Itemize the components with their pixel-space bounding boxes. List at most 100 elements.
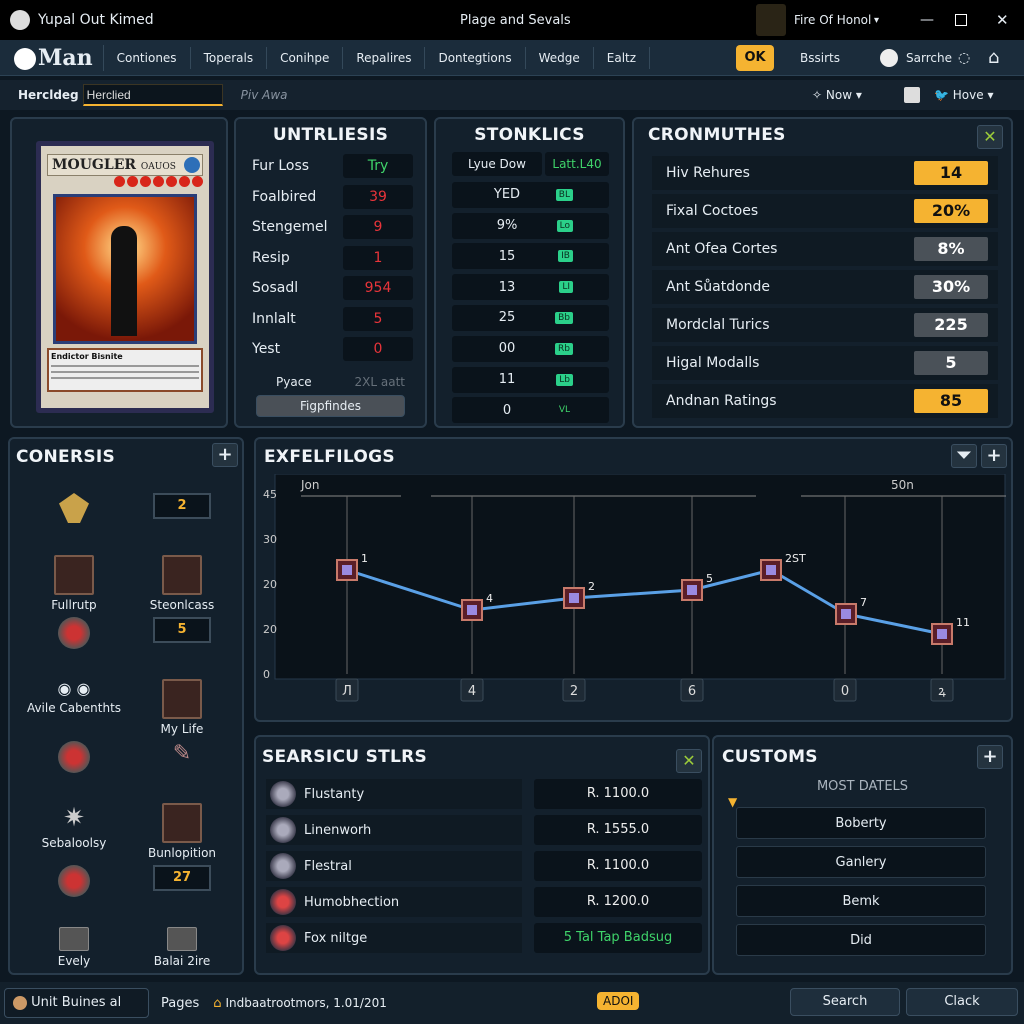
star-row[interactable]: Flestral R. 1100.0 bbox=[266, 849, 702, 883]
app-switcher[interactable]: Unit Buines al bbox=[4, 988, 149, 1018]
cron-row: Higal Modalls 5 bbox=[652, 346, 998, 380]
cron-value[interactable]: 5 bbox=[914, 351, 988, 375]
now-dropdown[interactable]: ✧ Now ▾ bbox=[812, 88, 862, 102]
search-button[interactable]: Search bbox=[790, 988, 900, 1016]
stonk-row: 13 LI bbox=[452, 274, 609, 301]
left-label: Jon bbox=[300, 478, 320, 492]
star-icon bbox=[179, 176, 190, 187]
cron-value[interactable]: 14 bbox=[914, 161, 988, 185]
counter-value: 5 bbox=[153, 617, 211, 643]
adoi-badge[interactable]: ADOI bbox=[597, 992, 640, 1010]
user-icon[interactable] bbox=[880, 48, 898, 67]
cron-value[interactable]: 20% bbox=[914, 199, 988, 223]
stonk-tag: IB bbox=[558, 250, 573, 263]
star-row[interactable]: Fox niltge 5 Tal Tap Badsug bbox=[266, 921, 702, 955]
stat-row: Resip 1 bbox=[252, 243, 413, 274]
star-row[interactable]: Linenworh R. 1555.0 bbox=[266, 813, 702, 847]
nav-item[interactable]: Ealtz bbox=[594, 46, 651, 69]
mask-icon bbox=[58, 617, 90, 649]
bottom-label: ꝝ bbox=[938, 684, 946, 699]
y-tick-label: 45 bbox=[263, 488, 277, 501]
add-button[interactable]: + bbox=[981, 444, 1007, 468]
card[interactable]: MOUGLER OAUOS Endictor Bisnite bbox=[36, 141, 214, 413]
grid-icon[interactable] bbox=[904, 87, 920, 103]
customs-item[interactable]: Bemk bbox=[736, 885, 986, 917]
star-name: Flestral bbox=[304, 858, 352, 874]
nav-item[interactable]: Contiones bbox=[104, 46, 191, 69]
minimize-button[interactable]: — bbox=[920, 12, 934, 28]
search-link[interactable]: Sarrche bbox=[906, 51, 952, 65]
conersis-item[interactable]: My Life bbox=[128, 673, 236, 736]
conersis-item[interactable]: ✎ bbox=[128, 735, 236, 797]
star-row[interactable]: Humobhection R. 1200.0 bbox=[266, 885, 702, 919]
conersis-item[interactable] bbox=[20, 735, 128, 797]
profile-avatar[interactable] bbox=[756, 4, 786, 36]
cron-value[interactable]: 8% bbox=[914, 237, 988, 261]
close-button[interactable]: ✕ bbox=[996, 11, 1009, 29]
cron-value[interactable]: 225 bbox=[914, 313, 988, 337]
stonk-tag: Rb bbox=[555, 342, 573, 355]
brand-logo[interactable]: Man bbox=[14, 44, 104, 71]
panel-title: CRONMUTHES bbox=[648, 125, 786, 145]
nav-item[interactable]: Toperals bbox=[191, 46, 268, 69]
ok-button[interactable]: OK bbox=[736, 45, 774, 71]
node-label: 2ST bbox=[785, 552, 806, 565]
home-icon[interactable]: ⌂ bbox=[988, 47, 999, 68]
hove-dropdown[interactable]: 🐦 Hove ▾ bbox=[934, 88, 993, 102]
nav-item[interactable]: Repalires bbox=[343, 46, 426, 69]
pages-link[interactable]: Pages bbox=[161, 996, 199, 1011]
add-button[interactable]: + bbox=[977, 745, 1003, 769]
conersis-item[interactable]: Balai 2ire bbox=[128, 921, 236, 983]
nav-item[interactable]: Wedge bbox=[526, 46, 594, 69]
conersis-item[interactable]: 5 bbox=[128, 611, 236, 673]
drop-icon[interactable]: ◌ bbox=[958, 50, 970, 66]
chevron-down-icon[interactable]: ▾ bbox=[874, 15, 879, 26]
conersis-item[interactable]: Bunlopition bbox=[128, 797, 236, 860]
cron-row: Ant Ofea Cortes 8% bbox=[652, 232, 998, 266]
node-label: 11 bbox=[956, 616, 970, 629]
conersis-item[interactable] bbox=[20, 859, 128, 921]
stat-label: Fur Loss bbox=[252, 158, 310, 175]
stonk-row: 15 IB bbox=[452, 243, 609, 270]
nav-item[interactable]: Conihpe bbox=[267, 46, 344, 69]
conersis-label: Bunlopition bbox=[147, 846, 217, 860]
conersis-item[interactable] bbox=[20, 611, 128, 673]
maximize-button[interactable] bbox=[955, 14, 967, 26]
conersis-item[interactable]: 2 bbox=[128, 487, 236, 549]
figpfindes-button[interactable]: Figpfindes bbox=[256, 394, 405, 417]
customs-item[interactable]: Did bbox=[736, 924, 986, 956]
profile-name[interactable]: Fire Of Honol bbox=[794, 13, 871, 27]
title-bar: Yupal Out Kimed Plage and Sevals Fire Of… bbox=[0, 0, 1024, 40]
conersis-item[interactable]: ◉ ◉ Avile Cabenthts bbox=[20, 673, 128, 735]
conersis-item[interactable]: ✷ Sebaloolsy bbox=[20, 797, 128, 859]
bottom-label: 0 bbox=[841, 684, 849, 699]
results-link[interactable]: Bssirts bbox=[800, 51, 840, 65]
footer-value: 2XL aatt bbox=[354, 374, 405, 389]
conersis-item[interactable]: Evely bbox=[20, 921, 128, 983]
star-row[interactable]: Flustanty R. 1100.0 bbox=[266, 777, 702, 811]
nav-item[interactable]: Dontegtions bbox=[425, 46, 526, 69]
add-button[interactable]: + bbox=[212, 443, 238, 467]
star-icon bbox=[192, 176, 203, 187]
node-label: 5 bbox=[706, 572, 713, 585]
stat-row: Fur Loss Try bbox=[252, 151, 413, 182]
card-panel: MOUGLER OAUOS Endictor Bisnite bbox=[10, 117, 228, 428]
clack-button[interactable]: Clack bbox=[906, 988, 1018, 1016]
conersis-item[interactable] bbox=[20, 487, 128, 549]
cron-value[interactable]: 85 bbox=[914, 389, 988, 413]
close-panel-button[interactable]: ✕ bbox=[977, 125, 1003, 149]
customs-item[interactable]: Ganlery bbox=[736, 846, 986, 878]
customs-item[interactable]: Boberty bbox=[736, 807, 986, 839]
y-tick-label: 20 bbox=[263, 623, 277, 636]
close-panel-button[interactable]: ✕ bbox=[676, 749, 702, 773]
star-value: R. 1100.0 bbox=[534, 779, 702, 809]
toggle-icon: ◉ ◉ bbox=[57, 679, 91, 698]
cron-label: Hiv Rehures bbox=[666, 165, 750, 181]
conersis-item[interactable]: Steonlcass bbox=[128, 549, 236, 612]
cron-value[interactable]: 30% bbox=[914, 275, 988, 299]
conersis-item[interactable]: Fullrutp bbox=[20, 549, 128, 612]
conersis-item[interactable]: 27 bbox=[128, 859, 236, 921]
filter-button[interactable]: ⏷ bbox=[951, 444, 977, 468]
bottom-label: 4 bbox=[468, 684, 476, 699]
filter-input[interactable] bbox=[82, 84, 223, 106]
